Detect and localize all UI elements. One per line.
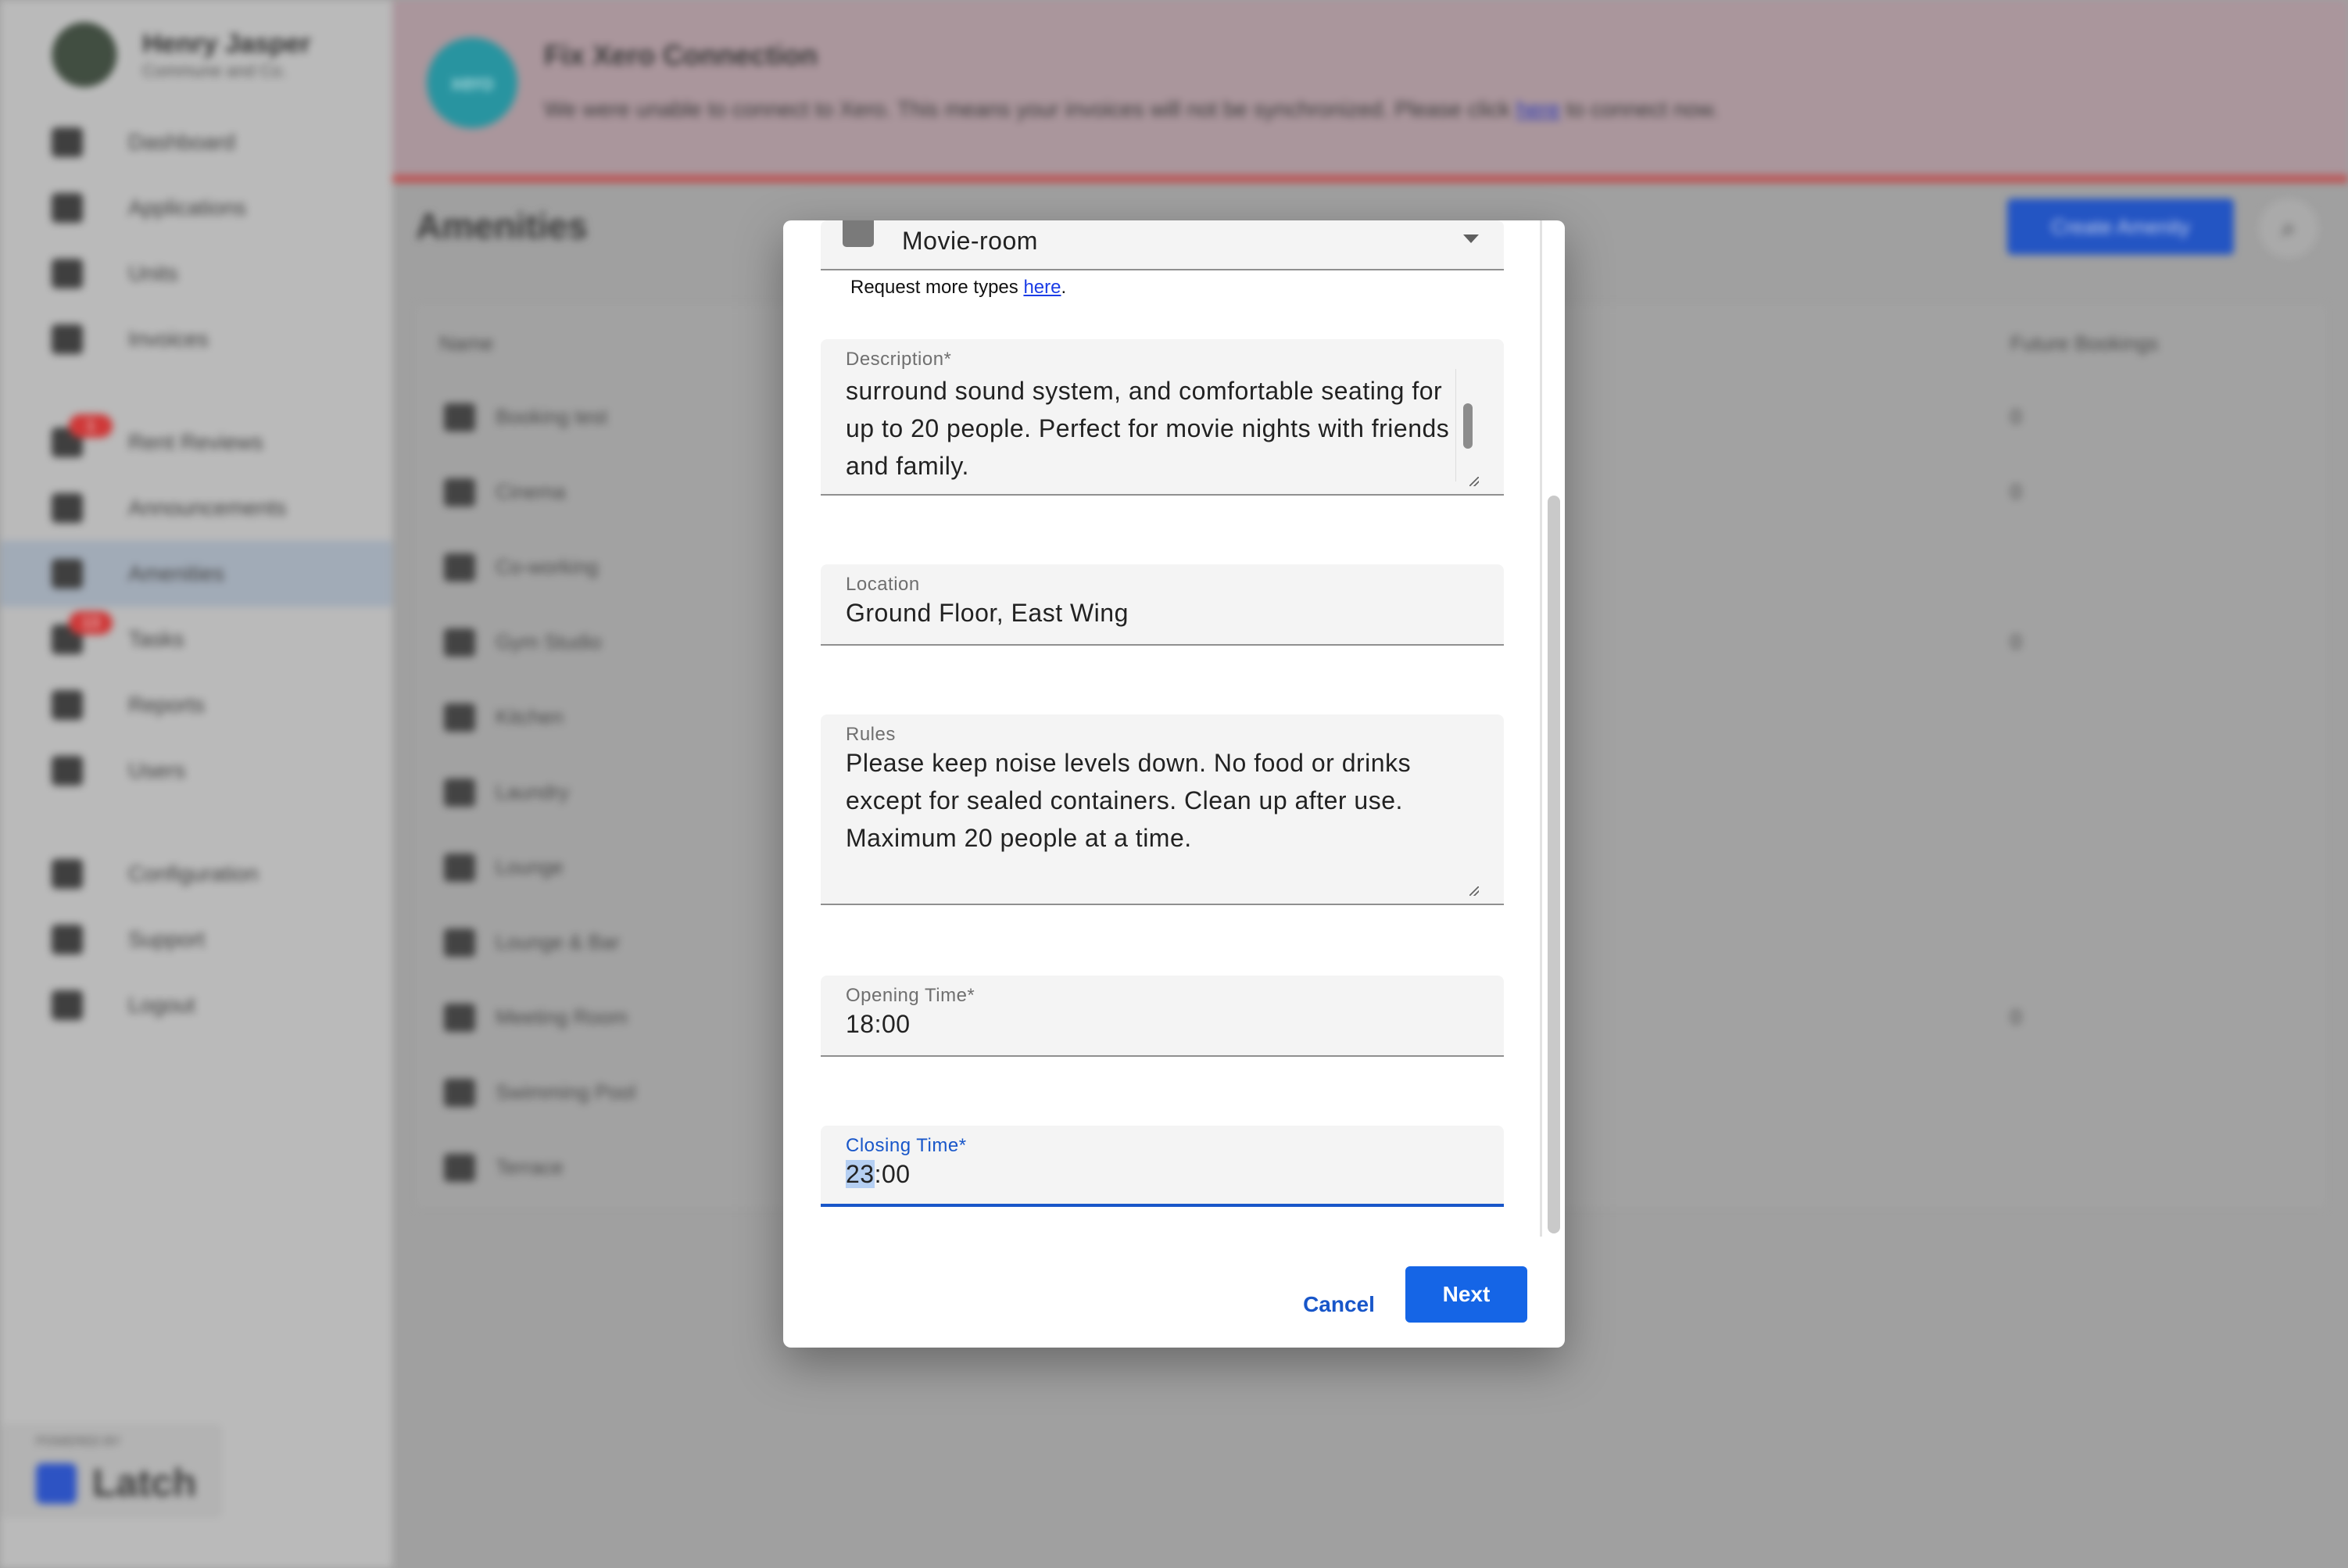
location-label: Location bbox=[846, 574, 920, 595]
amenity-type-select[interactable]: Movie-room bbox=[821, 220, 1504, 270]
description-text[interactable]: A private movie room with a large projec… bbox=[846, 369, 1463, 485]
closing-time-field[interactable]: Closing Time* 23:00 bbox=[821, 1126, 1504, 1207]
next-button[interactable]: Next bbox=[1405, 1266, 1527, 1323]
request-types-label: Request more types bbox=[850, 277, 1024, 298]
opening-time-field[interactable]: Opening Time* 18:00 bbox=[821, 976, 1504, 1057]
description-viewport: A private movie room with a large projec… bbox=[846, 369, 1463, 486]
request-types-link[interactable]: here bbox=[1023, 277, 1061, 298]
closing-hour-segment[interactable]: 23 bbox=[846, 1160, 875, 1188]
rules-label: Rules bbox=[846, 724, 896, 745]
amenity-type-icon bbox=[843, 220, 874, 247]
resize-handle-icon[interactable] bbox=[1469, 886, 1479, 896]
rules-field[interactable]: Rules Please keep noise levels down. No … bbox=[821, 714, 1504, 905]
location-value[interactable]: Ground Floor, East Wing bbox=[846, 594, 1129, 632]
create-amenity-dialog: Movie-room Request more types here. Desc… bbox=[783, 220, 1565, 1348]
resize-handle-icon[interactable] bbox=[1469, 477, 1479, 486]
closing-time-label: Closing Time* bbox=[846, 1135, 967, 1156]
opening-time-value[interactable]: 18:00 bbox=[846, 1005, 911, 1043]
request-types-text: Request more types here. bbox=[850, 277, 1066, 299]
dialog-scrollbar[interactable] bbox=[1548, 496, 1560, 1233]
description-scrollbar[interactable] bbox=[1463, 403, 1473, 449]
description-field[interactable]: Description* A private movie room with a… bbox=[821, 339, 1504, 496]
dialog-scrollbar-track bbox=[1540, 220, 1542, 1237]
request-types-end: . bbox=[1061, 277, 1067, 298]
location-field[interactable]: Location Ground Floor, East Wing bbox=[821, 564, 1504, 646]
amenity-type-value: Movie-room bbox=[902, 227, 1038, 255]
opening-time-label: Opening Time* bbox=[846, 985, 975, 1006]
closing-time-value[interactable]: 23:00 bbox=[846, 1155, 911, 1193]
cancel-button[interactable]: Cancel bbox=[1288, 1277, 1390, 1332]
description-label: Description* bbox=[846, 349, 952, 370]
dropdown-arrow-icon[interactable] bbox=[1463, 234, 1479, 243]
rules-value[interactable]: Please keep noise levels down. No food o… bbox=[846, 744, 1471, 857]
closing-minute-segment[interactable]: :00 bbox=[875, 1160, 911, 1188]
